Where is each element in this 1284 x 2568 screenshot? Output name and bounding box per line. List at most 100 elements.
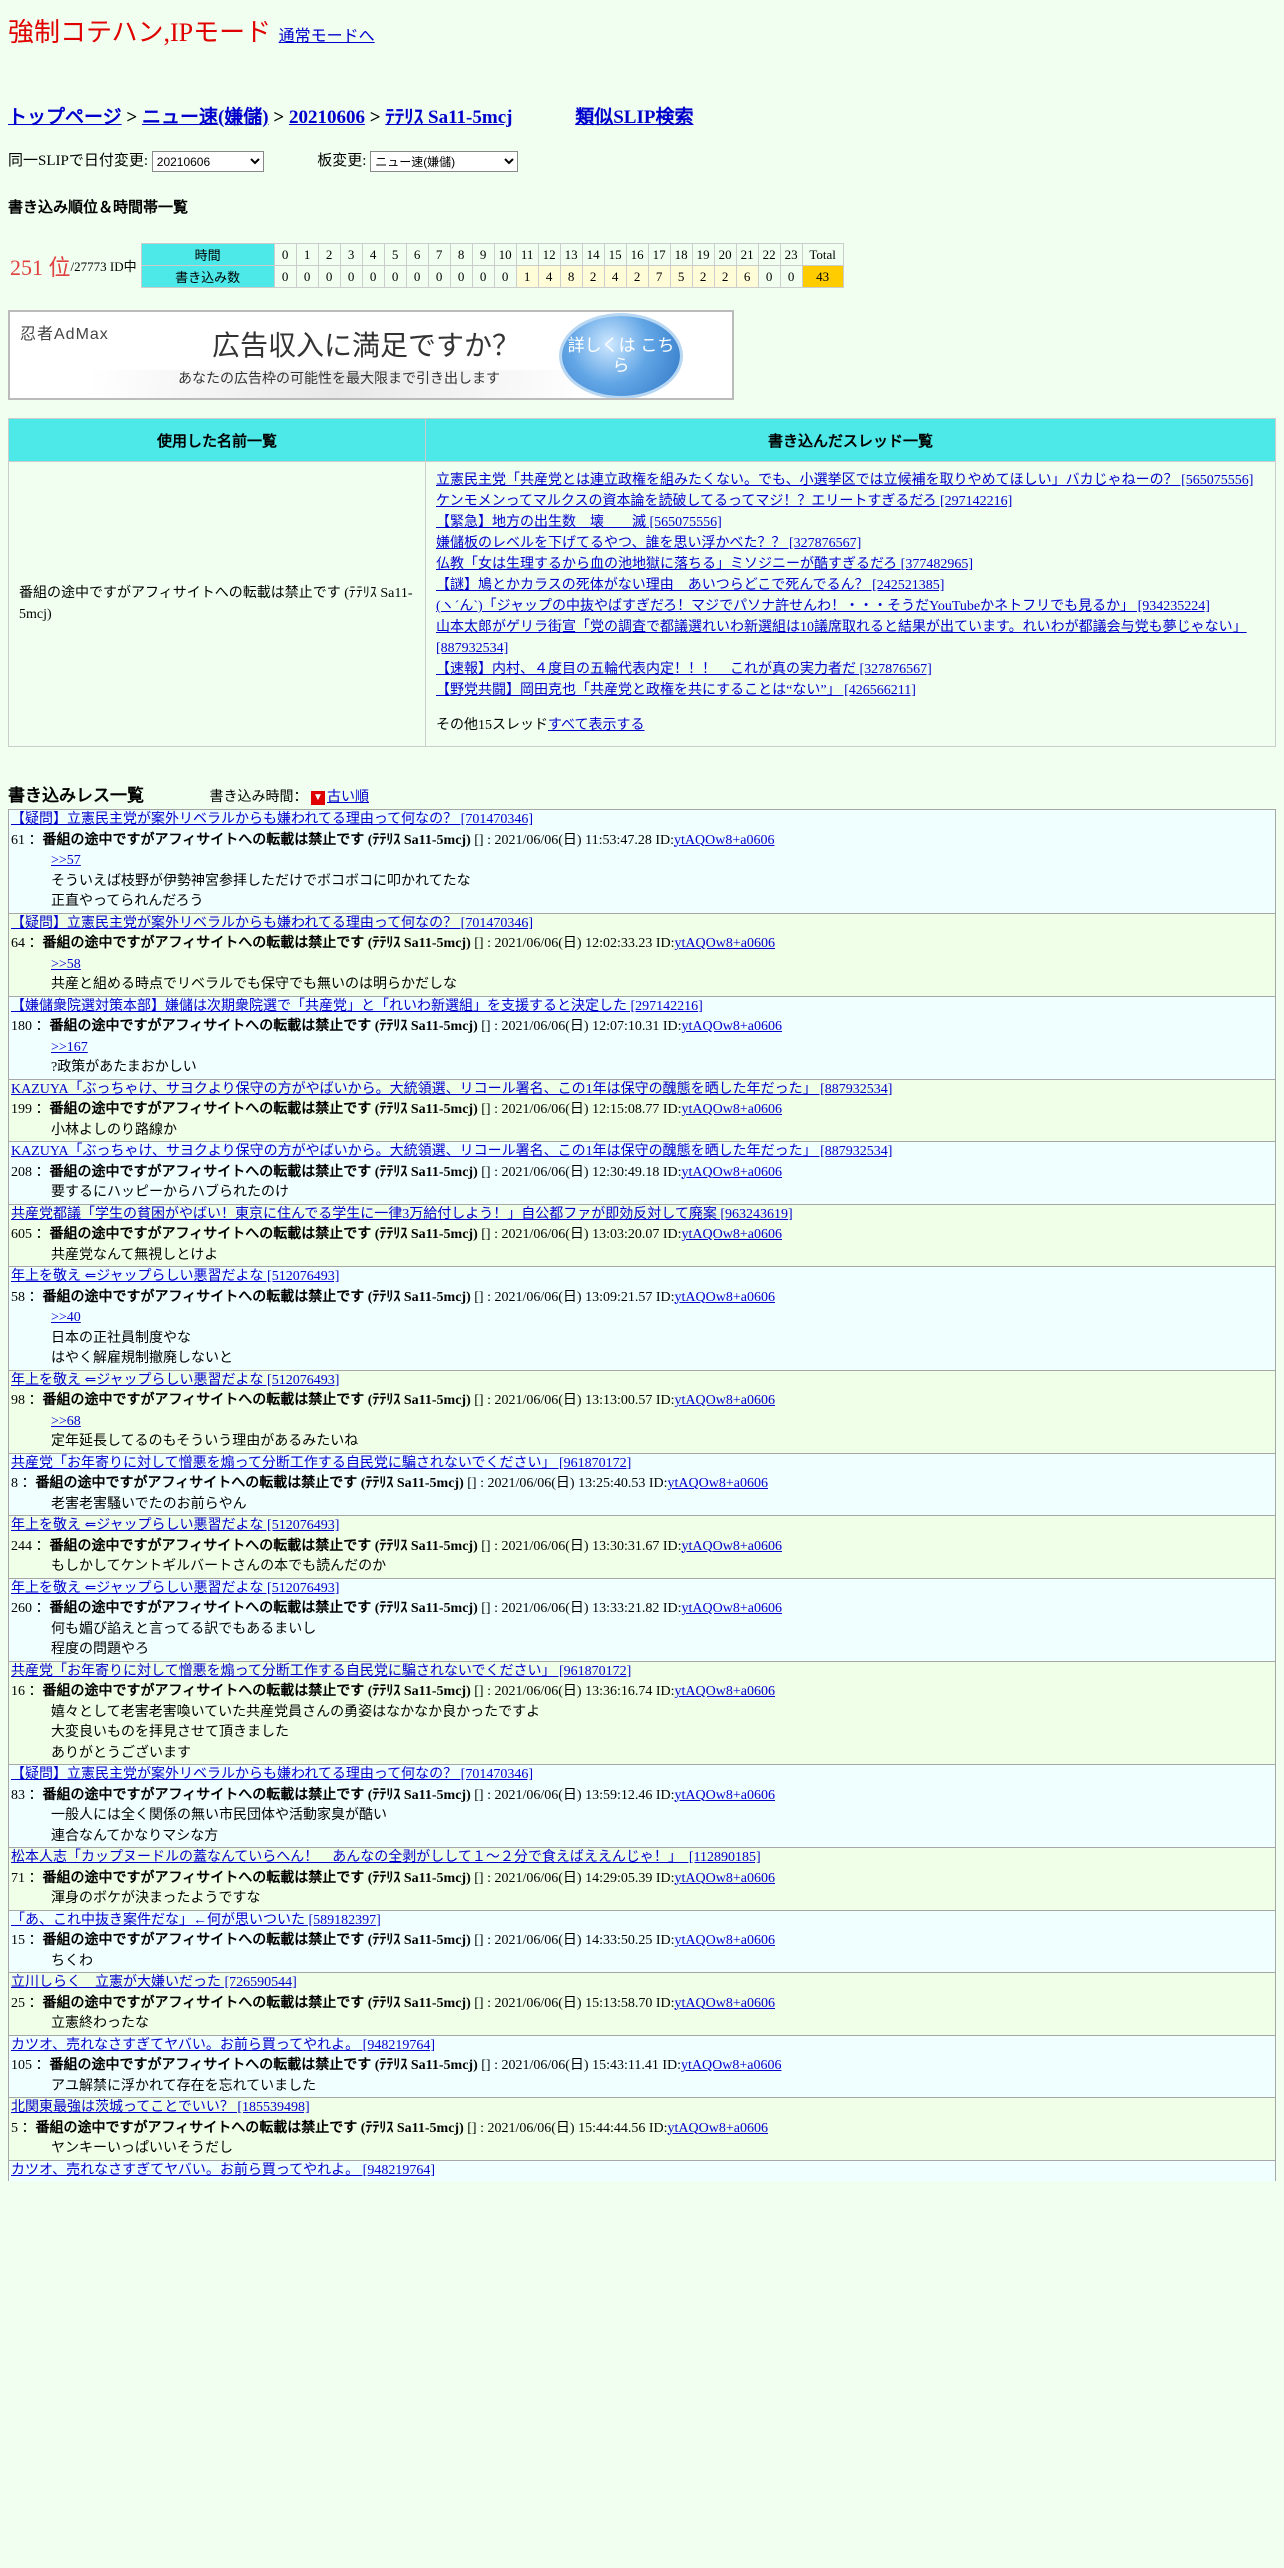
hour-cell: 8 xyxy=(449,243,473,267)
thread-link[interactable]: 【緊急】地方の出生数 壊 滅 [565075556] xyxy=(436,512,1265,533)
post-number: 98 xyxy=(11,1393,25,1409)
post-number: 64 xyxy=(11,936,25,952)
reply-anchor-link[interactable]: >>167 xyxy=(51,1038,1272,1059)
post-thread-link[interactable]: 北関東最強は茨城ってことでいい？ [185539498] xyxy=(11,2100,310,2115)
thread-link[interactable]: 【野党共闘】岡田克也「共産党と政権を共にすることは“ない”」 [42656621… xyxy=(436,680,1265,701)
post-id-link[interactable]: ytAQOw8+a0606 xyxy=(682,1539,782,1554)
post: カツオ、売れなさすぎてヤバい。お前ら買ってやれよ。 [948219764] xyxy=(8,2159,1276,2182)
post: 【疑問】立憲民主党が案外リベラルからも嫌われてる理由って何なの？ [701470… xyxy=(8,912,1276,996)
sort-oldest-link[interactable]: 古い順 xyxy=(327,790,369,805)
post-thread-link[interactable]: 年上を敬え ⇐ジャップらしい悪習だよな [512076493] xyxy=(11,1269,339,1284)
hour-count-cell: 0 xyxy=(273,265,297,289)
post-id-link[interactable]: ytAQOw8+a0606 xyxy=(682,1165,782,1180)
post-id-link[interactable]: ytAQOw8+a0606 xyxy=(682,1102,782,1117)
post-id-link[interactable]: ytAQOw8+a0606 xyxy=(675,1684,775,1699)
counts-label: 書き込み数 xyxy=(140,265,275,289)
post-thread-link[interactable]: 共産党「お年寄りに対して憎悪を煽って分断工作する自民党に騙されないでください」 … xyxy=(11,1664,631,1679)
post-meta: 64 ：番組の途中ですがアフィサイトへの転載は禁止です (ﾃﾃﾘｽ Sa11-5… xyxy=(11,936,775,952)
post-meta: 208 ：番組の途中ですがアフィサイトへの転載は禁止です (ﾃﾃﾘｽ Sa11-… xyxy=(11,1164,782,1180)
post-thread-link[interactable]: 松本人志「カップヌードルの蓋なんていらへん！ あんなの全剥がしして１～２分で食え… xyxy=(11,1850,761,1865)
hour-cell: 22 xyxy=(757,243,781,267)
ad-banner[interactable]: 忍者AdMax 広告収入に満足ですか？ あなたの広告枠の可能性を最大限まで引き出… xyxy=(8,310,734,401)
post-author-name: 番組の途中ですがアフィサイトへの転載は禁止です (ﾃﾃﾘｽ Sa11-5mcj) xyxy=(49,1601,478,1617)
post-thread-link[interactable]: 共産党都議「学生の貧困がやばい！東京に住んでる学生に一律3万給付しよう！」自公都… xyxy=(11,1207,793,1222)
thread-link[interactable]: 山本太郎がゲリラ街宣「党の調査で都議選れいわ新選組は10議席取れると結果が出てい… xyxy=(436,617,1265,659)
thread-link[interactable]: 立憲民主党「共産党とは連立政権を組みたくない。でも、小選挙区では立候補を取りやめ… xyxy=(436,470,1265,491)
post-number: 180 xyxy=(11,1019,32,1035)
breadcrumb-date-link[interactable]: 20210606 xyxy=(289,107,365,128)
reply-anchor-link[interactable]: >>40 xyxy=(51,1308,1272,1329)
post-thread-link[interactable]: 【疑問】立憲民主党が案外リベラルからも嫌われてる理由って何なの？ [701470… xyxy=(11,916,533,931)
post-id-link[interactable]: ytAQOw8+a0606 xyxy=(682,1019,782,1034)
breadcrumb-board-link[interactable]: ニュー速(嫌儲) xyxy=(142,107,269,128)
post-thread-link[interactable]: 【疑問】立憲民主党が案外リベラルからも嫌われてる理由って何なの？ [701470… xyxy=(11,812,533,827)
post-author-name: 番組の途中ですがアフィサイトへの転載は禁止です (ﾃﾃﾘｽ Sa11-5mcj) xyxy=(49,1538,478,1554)
post-body: 何も媚び諂えと言ってる訳でもあるまいし 程度の問題やろ xyxy=(51,1620,1272,1661)
show-all-threads-link[interactable]: すべて表示する xyxy=(548,718,644,733)
post-id-link[interactable]: ytAQOw8+a0606 xyxy=(668,2121,768,2136)
hour-cell: 9 xyxy=(471,243,495,267)
thread-link[interactable]: ケンモメンってマルクスの資本論を読破してるってマジ！？エリートすぎるだろ [29… xyxy=(436,491,1265,512)
breadcrumb-top-link[interactable]: トップページ xyxy=(8,107,122,128)
reply-anchor-link[interactable]: >>68 xyxy=(51,1412,1272,1433)
board-select[interactable]: ニュー速(嫌儲) xyxy=(370,151,519,173)
post-id-link[interactable]: ytAQOw8+a0606 xyxy=(682,1601,782,1616)
post-date: [] : 2021/06/06(日) 14:33:50.25 ID: xyxy=(474,1933,675,1949)
post-number: 199 xyxy=(11,1102,32,1118)
thread-link[interactable]: 【速報】内村、４度目の五輪代表内定！！！ これが真の実力者だ [32787656… xyxy=(436,659,1265,680)
post-author-name: 番組の途中ですがアフィサイトへの転載は禁止です (ﾃﾃﾘｽ Sa11-5mcj) xyxy=(35,2120,464,2136)
thread-link[interactable]: 【謎】鳩とかカラスの死体がない理由 あいつらどこで死んでるん？ [2425213… xyxy=(436,575,1265,596)
post-id-link[interactable]: ytAQOw8+a0606 xyxy=(674,833,774,848)
post-id-link[interactable]: ytAQOw8+a0606 xyxy=(675,1788,775,1803)
post-meta: 25 ：番組の途中ですがアフィサイトへの転載は禁止です (ﾃﾃﾘｽ Sa11-5… xyxy=(11,1995,775,2011)
post-id-link[interactable]: ytAQOw8+a0606 xyxy=(675,936,775,951)
date-select[interactable]: 20210606 xyxy=(151,151,264,173)
breadcrumb-slip-link[interactable]: ﾃﾃﾘｽ Sa11-5mcj xyxy=(385,107,512,128)
post-thread-link[interactable]: カツオ、売れなさすぎてヤバい。お前ら買ってやれよ。 [948219764] xyxy=(11,2038,435,2053)
ad-badge[interactable]: 詳しくは こちら xyxy=(562,316,680,397)
reply-anchor-link[interactable]: >>58 xyxy=(51,955,1272,976)
post-body-line: はやく解雇規制撤廃しないと xyxy=(51,1351,233,1367)
post-author-name: 番組の途中ですがアフィサイトへの転載は禁止です (ﾃﾃﾘｽ Sa11-5mcj) xyxy=(42,1289,471,1305)
post-thread-link[interactable]: KAZUYA「ぶっちゃけ、サヨクより保守の方がやばいから。大統領選、リコール署名… xyxy=(11,1144,892,1159)
post-meta: 8 ：番組の途中ですがアフィサイトへの転載は禁止です (ﾃﾃﾘｽ Sa11-5m… xyxy=(11,1476,768,1492)
post-date: [] : 2021/06/06(日) 15:44:44.56 ID: xyxy=(467,2120,668,2136)
sort-down-icon[interactable]: ▼ xyxy=(311,790,325,805)
hour-count-cell: 4 xyxy=(603,265,627,289)
post-thread-link[interactable]: 共産党「お年寄りに対して憎悪を煽って分断工作する自民党に騙されないでください」 … xyxy=(11,1456,631,1471)
hour-count-cell: 0 xyxy=(383,265,407,289)
thread-link[interactable]: 仏教「女は生理するから血の池地獄に落ちる」ミソジニーが酷すぎるだろ [37748… xyxy=(436,554,1265,575)
post-thread-link[interactable]: 立川しらく 立憲が大嫌いだった [726590544] xyxy=(11,1975,297,1990)
post-id-link[interactable]: ytAQOw8+a0606 xyxy=(675,1290,775,1305)
post-thread-link[interactable]: 「あ、これ中抜き案件だな」←何が思いついた [589182397] xyxy=(11,1913,381,1928)
post-id-link[interactable]: ytAQOw8+a0606 xyxy=(681,2058,781,2073)
thread-link[interactable]: (ヽ´ん`)「ジャップの中抜やばすぎだろ！マジでパソナ許せんわ！・・・そうだYo… xyxy=(436,596,1265,617)
post-id-link[interactable]: ytAQOw8+a0606 xyxy=(675,1871,775,1886)
post-thread-link[interactable]: 【疑問】立憲民主党が案外リベラルからも嫌われてる理由って何なの？ [701470… xyxy=(11,1767,533,1782)
similar-slip-search-link[interactable]: 類似SLIP検索 xyxy=(575,107,693,128)
hour-cell: 11 xyxy=(515,243,539,267)
post-body: >>40 日本の正社員制度やな はやく解雇規制撤廃しないと xyxy=(51,1308,1272,1370)
post-body: もしかしてケントギルバートさんの本でも読んだのか xyxy=(51,1557,1272,1578)
post-id-link[interactable]: ytAQOw8+a0606 xyxy=(668,1476,768,1491)
post-thread-link[interactable]: KAZUYA「ぶっちゃけ、サヨクより保守の方がやばいから。大統領選、リコール署名… xyxy=(11,1082,892,1097)
reply-anchor-link[interactable]: >>57 xyxy=(51,851,1272,872)
hour-cell: 6 xyxy=(405,243,429,267)
post-id-link[interactable]: ytAQOw8+a0606 xyxy=(675,1393,775,1408)
post-meta: 105 ：番組の途中ですがアフィサイトへの転載は禁止です (ﾃﾃﾘｽ Sa11-… xyxy=(11,2058,782,2074)
thread-link[interactable]: 嫌儲板のレベルを下げてるやつ、誰を思い浮かべた？？ [327876567] xyxy=(436,533,1265,554)
post-id-link[interactable]: ytAQOw8+a0606 xyxy=(675,1996,775,2011)
hour-cell: 3 xyxy=(339,243,363,267)
post-thread-link[interactable]: 【嫌儲衆院選対策本部】嫌儲は次期衆院選で「共産党」と「れいわ新選組」を支援すると… xyxy=(11,999,703,1014)
post-thread-link[interactable]: 年上を敬え ⇐ジャップらしい悪習だよな [512076493] xyxy=(11,1373,339,1388)
post-id-link[interactable]: ytAQOw8+a0606 xyxy=(675,1933,775,1948)
post-date: [] : 2021/06/06(日) 13:36:16.74 ID: xyxy=(474,1684,675,1700)
post-meta: 71 ：番組の途中ですがアフィサイトへの転載は禁止です (ﾃﾃﾘｽ Sa11-5… xyxy=(11,1870,775,1886)
post-id-link[interactable]: ytAQOw8+a0606 xyxy=(682,1227,782,1242)
post-thread-link[interactable]: 年上を敬え ⇐ジャップらしい悪習だよな [512076493] xyxy=(11,1581,339,1596)
post-thread-link[interactable]: カツオ、売れなさすぎてヤバい。お前ら買ってやれよ。 [948219764] xyxy=(11,2163,435,2178)
normal-mode-link[interactable]: 通常モードへ xyxy=(279,28,375,45)
post-date: [] : 2021/06/06(日) 15:43:11.41 ID: xyxy=(481,2058,682,2074)
post-meta: 83 ：番組の途中ですがアフィサイトへの転載は禁止です (ﾃﾃﾘｽ Sa11-5… xyxy=(11,1787,775,1803)
post-thread-link[interactable]: 年上を敬え ⇐ジャップらしい悪習だよな [512076493] xyxy=(11,1518,339,1533)
